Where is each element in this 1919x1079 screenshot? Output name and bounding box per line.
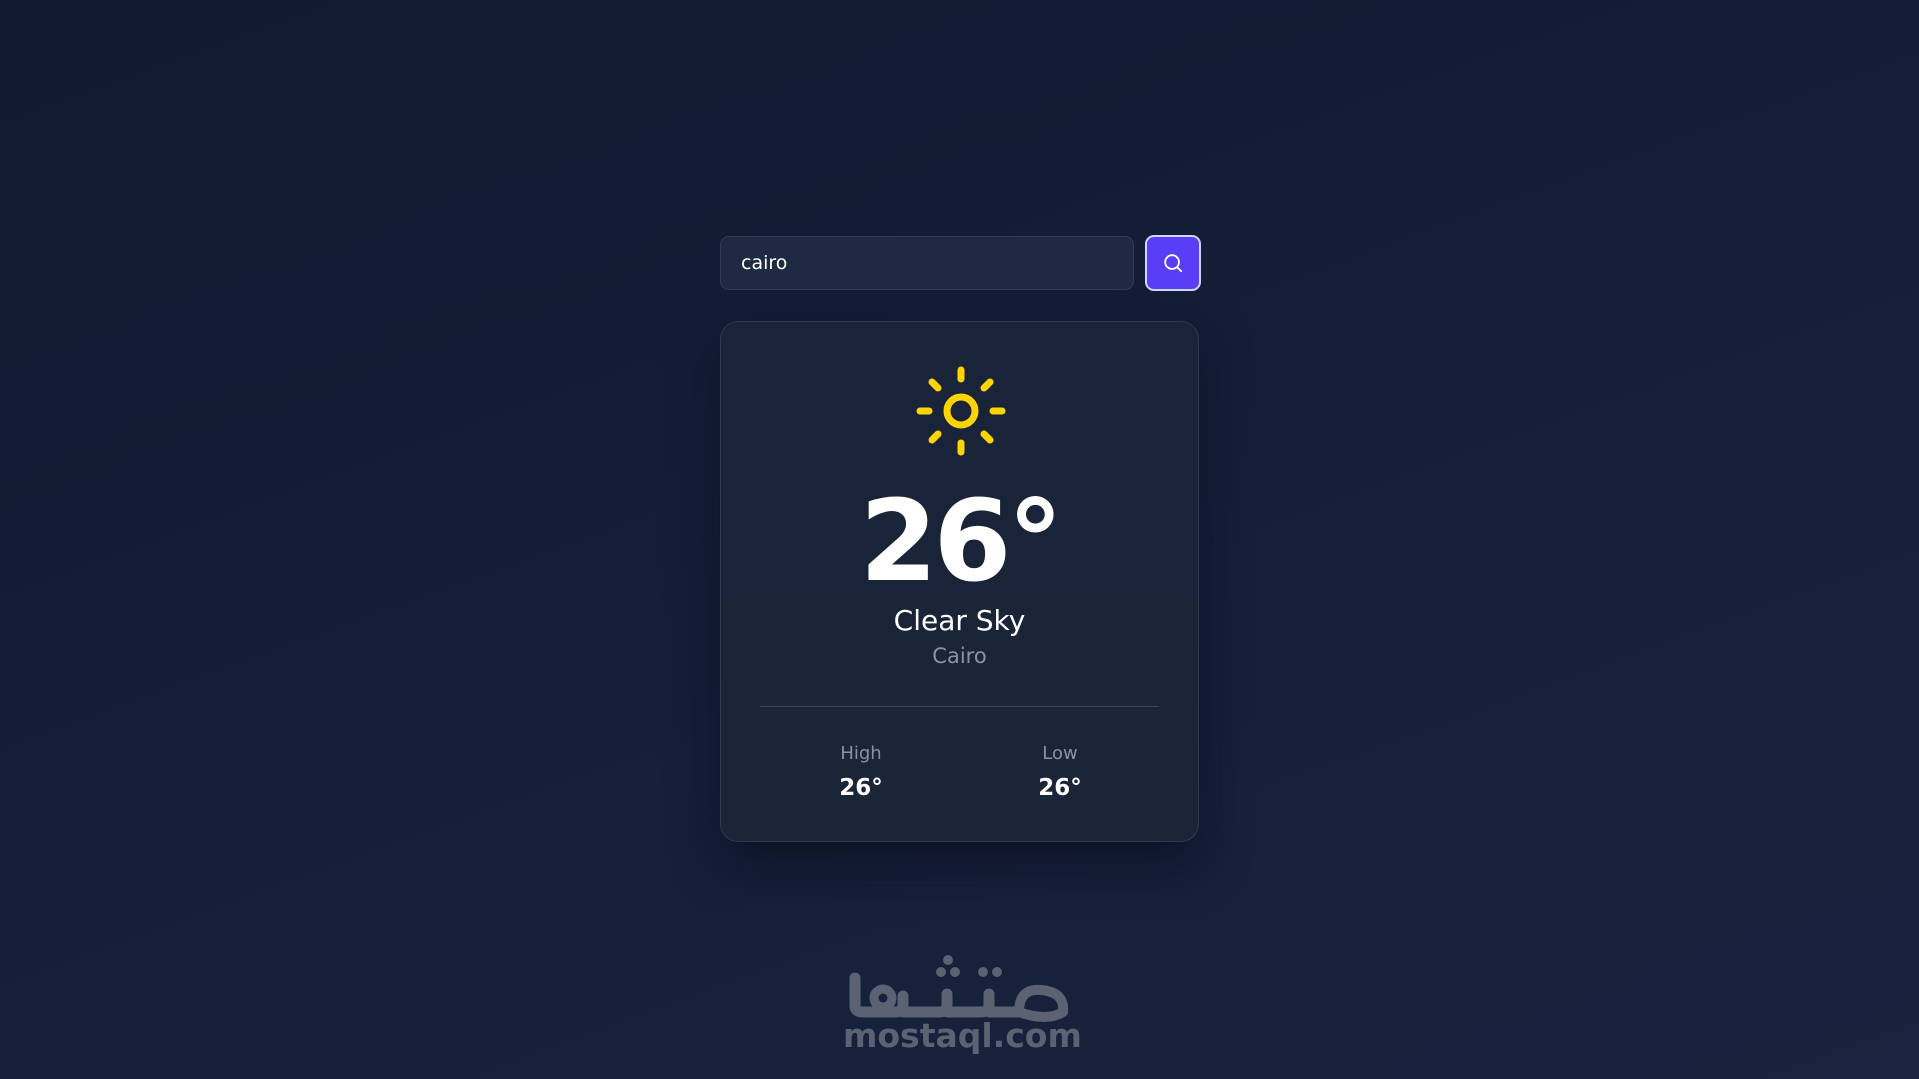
weather-card: 26° Clear Sky Cairo High 26° Low 26° [720, 321, 1199, 842]
low-label: Low [1042, 743, 1078, 764]
search-button[interactable] [1145, 235, 1201, 291]
weather-condition: Clear Sky [893, 604, 1026, 637]
card-divider [760, 706, 1159, 707]
mostaql-logo [849, 955, 1069, 1022]
low-temperature: Low 26° [990, 742, 1130, 804]
search-bar [720, 234, 1202, 292]
current-temperature: 26° [859, 477, 1064, 607]
low-value: 26° [1038, 775, 1082, 801]
mostaql-watermark: mostaql.com [843, 948, 1082, 1058]
city-search-input[interactable] [720, 236, 1134, 290]
city-name: Cairo [932, 644, 987, 668]
sun-icon [916, 366, 1006, 456]
high-temperature: High 26° [791, 742, 931, 804]
mostaql-url: mostaql.com [843, 1016, 1082, 1055]
high-value: 26° [839, 775, 883, 801]
weather-app: 26° Clear Sky Cairo High 26° Low 26° [720, 234, 1202, 842]
search-icon [1164, 254, 1183, 273]
high-label: High [840, 743, 882, 764]
